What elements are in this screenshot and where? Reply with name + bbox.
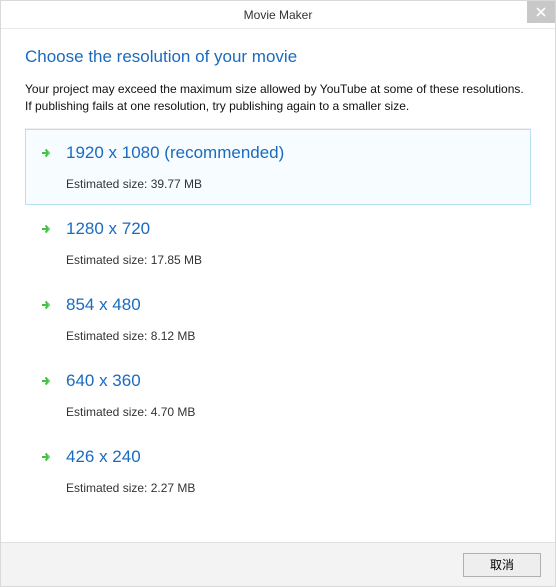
resolution-option[interactable]: 640 x 360 Estimated size: 4.70 MB bbox=[25, 357, 531, 433]
estimated-size: Estimated size: 4.70 MB bbox=[66, 405, 516, 419]
estimated-size: Estimated size: 39.77 MB bbox=[66, 177, 516, 191]
close-button[interactable] bbox=[527, 1, 555, 23]
arrow-right-icon bbox=[40, 449, 56, 465]
arrow-right-icon bbox=[40, 373, 56, 389]
page-description: Your project may exceed the maximum size… bbox=[25, 81, 531, 116]
resolution-label: 1920 x 1080 (recommended) bbox=[66, 143, 284, 163]
resolution-label: 640 x 360 bbox=[66, 371, 141, 391]
estimated-size: Estimated size: 8.12 MB bbox=[66, 329, 516, 343]
dialog-footer: 取消 bbox=[1, 542, 555, 586]
resolution-option[interactable]: 426 x 240 Estimated size: 2.27 MB bbox=[25, 433, 531, 509]
dialog-window: Movie Maker Choose the resolution of you… bbox=[0, 0, 556, 587]
resolution-option[interactable]: 854 x 480 Estimated size: 8.12 MB bbox=[25, 281, 531, 357]
resolution-label: 1280 x 720 bbox=[66, 219, 150, 239]
arrow-right-icon bbox=[40, 297, 56, 313]
close-icon bbox=[536, 7, 546, 17]
content-area: Choose the resolution of your movie Your… bbox=[1, 29, 555, 542]
arrow-right-icon bbox=[40, 221, 56, 237]
cancel-button[interactable]: 取消 bbox=[463, 553, 541, 577]
arrow-right-icon bbox=[40, 145, 56, 161]
resolution-options: 1920 x 1080 (recommended) Estimated size:… bbox=[25, 128, 531, 509]
estimated-size: Estimated size: 2.27 MB bbox=[66, 481, 516, 495]
estimated-size: Estimated size: 17.85 MB bbox=[66, 253, 516, 267]
resolution-option[interactable]: 1920 x 1080 (recommended) Estimated size:… bbox=[25, 129, 531, 205]
resolution-option[interactable]: 1280 x 720 Estimated size: 17.85 MB bbox=[25, 205, 531, 281]
titlebar: Movie Maker bbox=[1, 1, 555, 29]
page-heading: Choose the resolution of your movie bbox=[25, 47, 531, 67]
resolution-label: 426 x 240 bbox=[66, 447, 141, 467]
window-title: Movie Maker bbox=[244, 8, 313, 22]
resolution-label: 854 x 480 bbox=[66, 295, 141, 315]
